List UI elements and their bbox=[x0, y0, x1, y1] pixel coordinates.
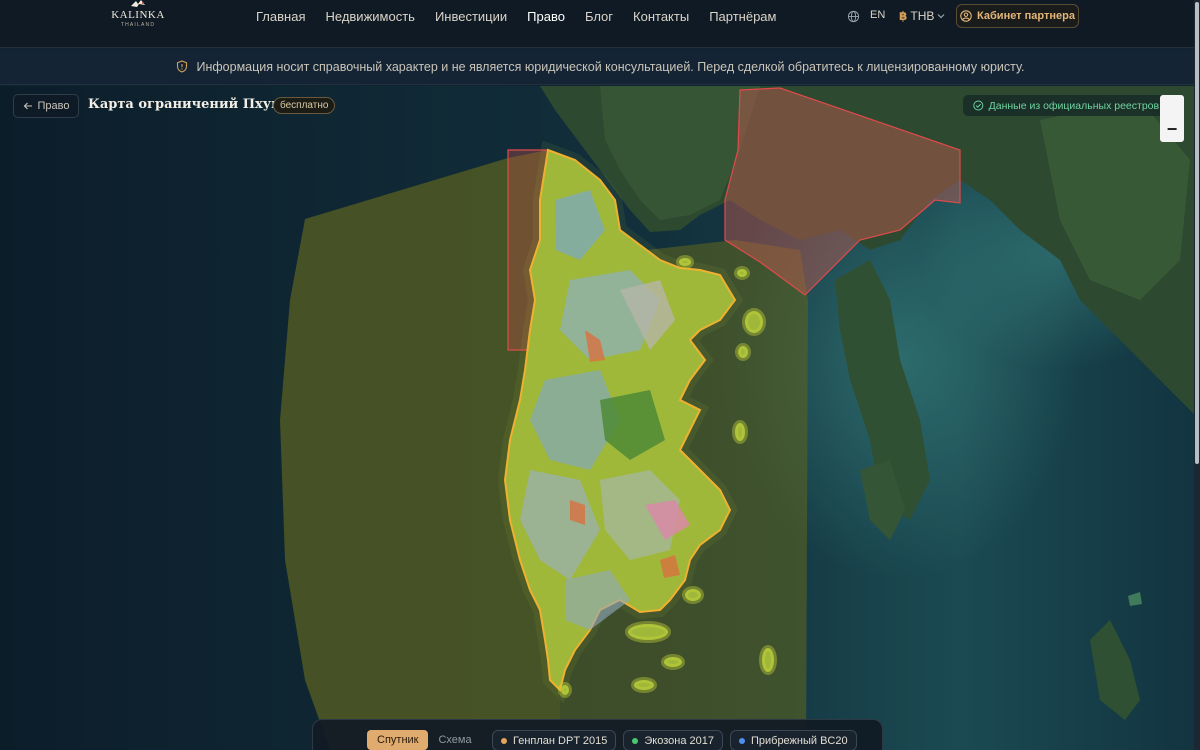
back-button-label: Право bbox=[37, 100, 70, 112]
nav-blog[interactable]: Блог bbox=[575, 0, 623, 34]
partner-cabinet-button[interactable]: Кабинет партнера bbox=[956, 4, 1079, 28]
kalinka-logo[interactable]: KALINKA THAILAND bbox=[110, 0, 166, 36]
layer-color-dot bbox=[738, 737, 745, 744]
data-source-text: Данные из официальных реестров DPT bbox=[988, 99, 1183, 112]
language-switch[interactable]: EN bbox=[870, 9, 885, 21]
currency-label: THB bbox=[910, 9, 935, 23]
arrow-left-icon bbox=[23, 102, 32, 110]
top-navigation-bar: KALINKA THAILAND Главная Недвижимость Ин… bbox=[0, 0, 1200, 48]
chevron-down-icon bbox=[937, 14, 945, 19]
layer-chips: Генплан DPT 2015 Экозона 2017 Прибрежный… bbox=[492, 730, 857, 750]
map-canvas[interactable] bbox=[0, 86, 1200, 750]
base-layer-scheme[interactable]: Схема bbox=[428, 730, 481, 750]
logo-subtitle: THAILAND bbox=[120, 22, 156, 28]
logo-brand: KALINKA bbox=[111, 9, 165, 21]
globe-icon[interactable] bbox=[847, 10, 860, 23]
layer-chip-ecozone[interactable]: Экозона 2017 bbox=[623, 730, 723, 750]
layer-chip-label: Экозона 2017 bbox=[644, 734, 714, 747]
layer-color-dot bbox=[501, 737, 507, 744]
nav-home[interactable]: Главная bbox=[246, 0, 315, 34]
small-island bbox=[625, 621, 671, 643]
back-button[interactable]: Право bbox=[13, 94, 79, 118]
legal-notice-bar: Информация носит справочный характер и н… bbox=[0, 49, 1200, 85]
layer-chip-label: Генплан DPT 2015 bbox=[513, 734, 608, 747]
shield-icon bbox=[176, 60, 187, 73]
layer-chip-label: Прибрежный BC20 bbox=[750, 734, 848, 747]
check-circle-icon bbox=[973, 100, 984, 111]
free-badge: бесплатно bbox=[273, 97, 336, 114]
layer-color-dot bbox=[632, 737, 639, 744]
scrollbar-thumb[interactable] bbox=[1195, 2, 1199, 464]
layer-chip-coastal[interactable]: Прибрежный BC20 bbox=[729, 730, 857, 750]
base-layer-satellite[interactable]: Спутник bbox=[367, 730, 429, 750]
main-nav: Главная Недвижимость Инвестиции Право Бл… bbox=[246, 0, 786, 34]
layer-chip-genplan[interactable]: Генплан DPT 2015 bbox=[492, 730, 617, 750]
base-layer-toggle: Спутник Схема bbox=[367, 730, 482, 750]
nav-real-estate[interactable]: Недвижимость bbox=[315, 0, 424, 34]
nav-law[interactable]: Право bbox=[517, 0, 575, 34]
user-circle-icon bbox=[960, 10, 972, 22]
partner-button-label: Кабинет партнера bbox=[977, 10, 1075, 22]
notice-text: Информация носит справочный характер и н… bbox=[196, 59, 1025, 74]
baht-icon: ฿ bbox=[899, 9, 908, 23]
bird-icon bbox=[131, 0, 145, 7]
nav-contacts[interactable]: Контакты bbox=[623, 0, 699, 34]
zoom-in-button[interactable] bbox=[1160, 95, 1184, 119]
data-source-badge: Данные из официальных реестров DPT bbox=[963, 95, 1183, 116]
satellite-map[interactable] bbox=[0, 86, 1200, 750]
currency-select[interactable]: ฿ THB bbox=[899, 9, 945, 23]
zoom-out-button[interactable]: − bbox=[1160, 119, 1184, 142]
nav-investments[interactable]: Инвестиции bbox=[425, 0, 517, 34]
nav-partners[interactable]: Партнёрам bbox=[699, 0, 786, 34]
